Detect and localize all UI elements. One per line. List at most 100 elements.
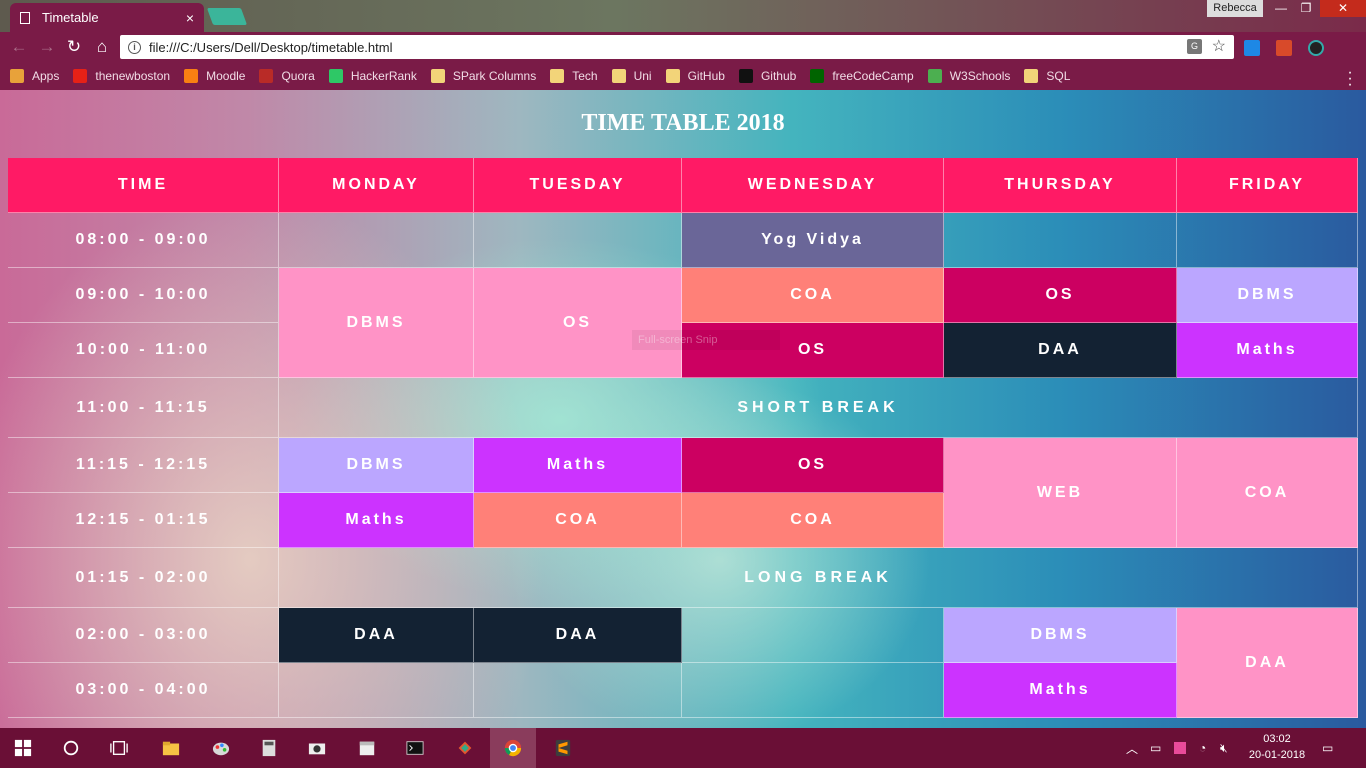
bookmarks-bar: Apps thenewboston Moodle Quora HackerRank SPa… [0,62,1366,90]
camera-button[interactable] [294,728,340,768]
info-icon[interactable]: i [128,40,141,54]
wifi-icon[interactable]: ◔ [1199,728,1206,768]
title-bar: Timetable × Rebecca — ❐ ✕ [0,0,1366,32]
browser-tab[interactable]: Timetable × [10,3,204,32]
folder-icon [1024,69,1039,83]
session-os: OS [474,268,682,378]
bookmark-item[interactable]: GitHub [665,69,725,83]
header-thursday: THURSDAY [944,158,1177,213]
bookmark-label: SPark Columns [452,69,537,83]
bookmark-item[interactable]: Moodle [184,69,245,83]
session-maths: Maths [1177,323,1358,378]
bookmark-item[interactable]: freeCodeCamp [810,69,914,83]
palette-icon [212,742,230,756]
bookmark-item[interactable]: Tech [550,69,598,83]
bookmark-item[interactable]: Github [738,69,797,83]
search-button[interactable] [48,728,94,768]
close-window-button[interactable]: ✕ [1320,0,1366,17]
bookmark-item[interactable]: Apps [10,69,59,83]
extension-book-icon[interactable] [1276,40,1292,56]
folder-icon [162,741,180,756]
toolbar: ← → ↻ ⌂ i file:///C:/Users/Dell/Desktop/… [0,32,1366,93]
empty-cell [474,663,682,718]
bookmark-item[interactable]: W3Schools [927,69,1010,83]
bookmark-label: HackerRank [350,69,417,83]
calculator-icon [262,739,276,757]
bookmark-label: Moodle [206,69,246,83]
bookmark-label: SQL [1046,69,1071,83]
system-clock[interactable]: 03:02 20-01-2018 [1245,731,1309,763]
folder-icon [611,69,626,83]
folder-icon [665,69,680,83]
moodle-icon [184,69,199,83]
close-tab-icon[interactable]: × [186,10,194,26]
github-icon [738,69,753,83]
git-diamond-icon [458,741,472,755]
session-maths: Maths [474,438,682,493]
bookmark-item[interactable]: Quora [259,69,315,83]
header-wednesday: WEDNESDAY [682,158,944,213]
bookmark-label: Github [760,69,797,83]
git-button[interactable] [442,728,488,768]
show-hidden-icons-icon[interactable]: ︿ [1126,728,1138,768]
empty-cell [1177,213,1358,268]
task-view-button[interactable] [96,728,142,768]
browser-window: Timetable × Rebecca — ❐ ✕ ← → ↻ ⌂ i file… [0,0,1366,93]
profile-name[interactable]: Rebecca [1207,0,1263,17]
session-coa: COA [682,268,944,323]
bookmark-item[interactable]: thenewboston [73,69,170,83]
file-explorer-button[interactable] [148,728,194,768]
session-coa: COA [682,493,944,548]
paint-button[interactable] [198,728,244,768]
session-web: WEB [944,438,1177,548]
header-time: TIME [8,158,279,213]
time-slot: 02:00 - 03:00 [8,608,279,663]
session-dbms: DBMS [279,268,474,378]
session-coa: COA [474,493,682,548]
youtube-icon [73,69,88,83]
minimize-button[interactable]: — [1270,0,1292,17]
back-icon[interactable]: ← [8,37,30,57]
address-bar[interactable]: i file:///C:/Users/Dell/Desktop/timetabl… [120,35,1234,59]
battery-icon[interactable]: ▭ [1150,728,1161,768]
extension-arrow-icon[interactable] [1244,40,1260,56]
time-slot: 01:15 - 02:00 [8,548,279,608]
session-os: OS [682,438,944,493]
bookmark-star-icon[interactable]: ☆ [1212,36,1226,56]
bookmark-label: Apps [32,69,60,83]
notifications-icon[interactable]: ▭ [1322,728,1333,768]
cmd-button[interactable] [392,728,438,768]
chrome-button[interactable] [490,728,536,768]
bookmark-label: Quora [281,69,315,83]
bookmark-item[interactable]: Uni [611,69,652,83]
session-os: OS [944,268,1177,323]
office-icon[interactable] [1174,728,1186,768]
volume-icon[interactable]: 🔇︎ [1220,728,1228,768]
maximize-button[interactable]: ❐ [1294,0,1318,17]
forward-icon[interactable]: → [36,37,58,57]
calendar-button[interactable] [344,728,390,768]
reload-icon[interactable]: ↻ [63,37,85,57]
session-coa: COA [1177,438,1358,548]
camera-icon [308,743,326,755]
translate-icon[interactable]: G [1187,39,1202,54]
freecodecamp-icon [810,69,825,83]
sublime-button[interactable] [540,728,586,768]
home-icon[interactable]: ⌂ [91,37,113,57]
bookmark-item[interactable]: SQL [1024,69,1070,83]
url-text[interactable]: file:///C:/Users/Dell/Desktop/timetable.… [149,40,392,55]
bookmark-item[interactable]: HackerRank [328,69,417,83]
empty-cell [279,213,474,268]
bookmark-label: freeCodeCamp [832,69,914,83]
session-yog-vidya: Yog Vidya [682,213,944,268]
folder-icon [430,69,445,83]
new-tab-button[interactable] [206,8,248,25]
calculator-button[interactable] [246,728,292,768]
start-button[interactable] [0,728,46,768]
extension-circle-icon[interactable] [1308,40,1324,56]
bookmark-item[interactable]: SPark Columns [430,69,537,83]
header-tuesday: TUESDAY [474,158,682,213]
quora-icon [259,69,274,83]
session-daa: DAA [474,608,682,663]
empty-cell [279,663,474,718]
